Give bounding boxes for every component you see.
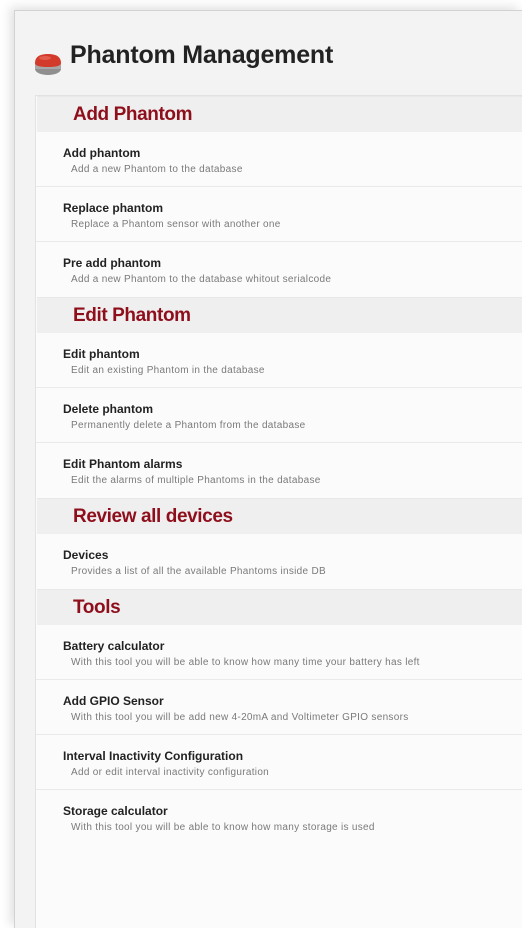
section-header-review-devices: Review all devices	[37, 498, 522, 534]
app-window: Phantom Management Add Phantom Add phant…	[14, 10, 522, 928]
menu-item-description: Edit the alarms of multiple Phantoms in …	[71, 475, 321, 486]
menu-item-description: Add a new Phantom to the database	[71, 164, 243, 175]
menu-item-title: Delete phantom	[63, 402, 154, 416]
menu-item-title: Edit phantom	[63, 347, 140, 361]
menu-item-add-gpio-sensor[interactable]: Add GPIO Sensor With this tool you will …	[36, 680, 522, 735]
section-header-edit-phantom: Edit Phantom	[37, 297, 522, 333]
section-title: Edit Phantom	[73, 304, 191, 326]
menu-item-delete-phantom[interactable]: Delete phantom Permanently delete a Phan…	[36, 388, 522, 443]
menu-item-devices[interactable]: Devices Provides a list of all the avail…	[36, 534, 522, 589]
menu-item-pre-add-phantom[interactable]: Pre add phantom Add a new Phantom to the…	[36, 242, 522, 297]
menu-item-title: Add phantom	[63, 146, 141, 160]
menu-item-title: Storage calculator	[63, 804, 168, 818]
menu-item-description: Add or edit interval inactivity configur…	[71, 767, 270, 778]
section-header-tools: Tools	[37, 589, 522, 625]
menu-item-description: Provides a list of all the available Pha…	[71, 566, 326, 577]
menu-item-description: Add a new Phantom to the database whitou…	[71, 274, 332, 285]
menu-item-interval-inactivity-config[interactable]: Interval Inactivity Configuration Add or…	[36, 735, 522, 790]
section-title: Tools	[73, 596, 121, 618]
menu-panel: Add Phantom Add phantom Add a new Phanto…	[35, 95, 522, 928]
menu-item-battery-calculator[interactable]: Battery calculator With this tool you wi…	[36, 625, 522, 680]
menu-item-title: Replace phantom	[63, 201, 164, 215]
menu-item-description: Replace a Phantom sensor with another on…	[71, 219, 281, 230]
menu-item-edit-phantom-alarms[interactable]: Edit Phantom alarms Edit the alarms of m…	[36, 443, 522, 498]
phantom-sensor-icon	[35, 54, 61, 75]
section-title: Review all devices	[73, 505, 233, 527]
menu-item-description: Edit an existing Phantom in the database	[71, 365, 265, 376]
menu-item-storage-calculator[interactable]: Storage calculator With this tool you wi…	[36, 790, 522, 845]
menu-item-title: Devices	[63, 548, 109, 562]
page-header: Phantom Management	[15, 11, 522, 95]
page-title: Phantom Management	[70, 41, 334, 69]
menu-item-title: Battery calculator	[63, 639, 165, 653]
menu-item-description: With this tool you will be able to know …	[71, 657, 420, 668]
menu-item-title: Edit Phantom alarms	[63, 457, 183, 471]
menu-item-edit-phantom[interactable]: Edit phantom Edit an existing Phantom in…	[36, 333, 522, 388]
menu-item-description: With this tool you will be add new 4-20m…	[71, 712, 409, 723]
section-title: Add Phantom	[73, 103, 193, 125]
menu-item-description: With this tool you will be able to know …	[71, 822, 375, 833]
menu-item-add-phantom[interactable]: Add phantom Add a new Phantom to the dat…	[36, 132, 522, 187]
menu-item-title: Interval Inactivity Configuration	[63, 749, 244, 763]
section-header-add-phantom: Add Phantom	[37, 96, 522, 132]
menu-item-description: Permanently delete a Phantom from the da…	[71, 420, 306, 431]
menu-item-title: Add GPIO Sensor	[63, 694, 164, 708]
menu-item-replace-phantom[interactable]: Replace phantom Replace a Phantom sensor…	[36, 187, 522, 242]
menu-item-title: Pre add phantom	[63, 256, 162, 270]
